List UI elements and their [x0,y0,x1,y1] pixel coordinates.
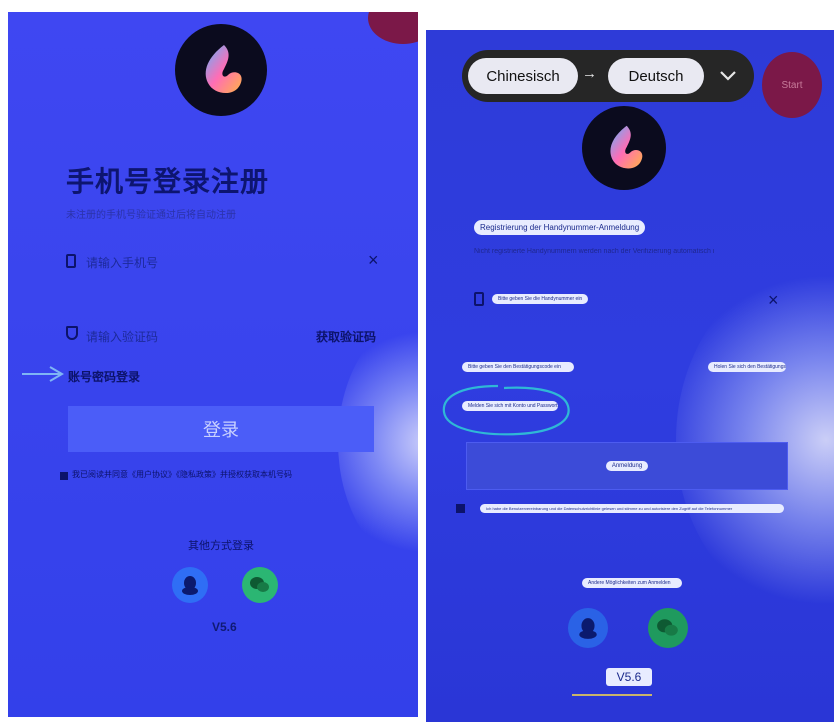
page-subtitle: Nicht registrierte Handynummern werden n… [474,248,714,255]
version-label: V5.6 [616,670,642,684]
login-button[interactable]: 登录 [68,406,374,452]
shield-icon [66,326,78,340]
qq-icon [182,576,198,595]
arrow-right-icon: → [582,65,597,82]
other-methods-label: 其他方式登录 [188,540,254,552]
phone-icon [474,292,484,306]
code-input[interactable]: Bitte geben Sie den Bestätigungscode ein [462,362,574,372]
phone-row[interactable]: Bitte geben Sie die Handynummer ein × [474,290,794,312]
source-language-label: Chinesisch [486,67,560,85]
agreement-text: 我已阅读并同意《用户协议》《隐私政策》并授权获取本机号码 [72,470,292,479]
version-underline [572,694,652,696]
wechat-icon [657,619,678,636]
code-row[interactable]: 请输入验证码 获取验证码 [66,324,386,348]
get-code-button[interactable]: 获取验证码 [316,328,376,345]
wechat-icon [250,577,269,592]
start-label: Start [781,79,803,91]
corner-avatar [368,12,418,44]
translate-bar: Chinesisch → Deutsch [462,50,754,102]
get-code-button[interactable]: Holen Sie sich den Bestätigungscode [708,362,786,372]
light-glare [676,260,834,620]
clear-icon[interactable]: × [768,290,779,311]
phone-input[interactable]: Bitte geben Sie die Handynummer ein [492,294,589,304]
version-label-wrap: V5.6 [606,668,652,686]
clear-icon[interactable]: × [368,250,379,271]
flame-logo-icon [205,45,242,94]
login-button-label: 登录 [203,420,239,440]
login-button-label: Anmeldung [605,461,649,471]
phone-row[interactable]: 请输入手机号 × [66,250,386,274]
app-logo [582,106,666,190]
right-screenshot-panel: Chinesisch → Deutsch Start Registrierung… [426,30,834,722]
phone-input[interactable]: 请输入手机号 [86,254,158,271]
qq-login-button[interactable] [568,608,608,648]
wechat-login-button[interactable] [242,567,278,603]
code-input[interactable]: 请输入验证码 [86,328,158,345]
other-methods-label: Andere Möglichkeiten zum Anmelden [582,578,682,588]
password-login-link[interactable]: 账号密码登录 [68,368,140,385]
annotation-arrow [22,366,64,382]
target-language-label: Deutsch [628,67,684,85]
page-subtitle: 未注册的手机号验证通过后将自动注册 [66,210,236,221]
version-label: V5.6 [212,620,237,634]
left-screenshot-panel: 手机号登录注册 未注册的手机号验证通过后将自动注册 请输入手机号 × 请输入验证… [8,12,418,717]
target-language-chip[interactable]: Deutsch [608,58,704,94]
login-button[interactable]: Anmeldung [466,442,788,490]
password-login-link[interactable]: Melden Sie sich mit Konto und Passwort a… [462,401,558,411]
flame-logo-icon [610,125,643,169]
agreement-checkbox[interactable] [456,504,465,513]
code-row[interactable]: Bitte geben Sie den Bestätigungscode ein… [462,362,792,380]
phone-icon [66,254,76,268]
qq-icon [579,618,597,639]
source-language-chip[interactable]: Chinesisch [468,58,578,94]
agreement-text: Ich habe die Benutzervereinbarung und di… [480,504,784,513]
app-logo [175,24,267,116]
qq-login-button[interactable] [172,567,208,603]
page-title: Registrierung der Handynummer-Anmeldung [474,220,646,235]
wechat-login-button[interactable] [648,608,688,648]
start-button[interactable]: Start [762,52,822,118]
agreement-checkbox[interactable] [60,472,68,480]
chevron-down-icon[interactable] [719,70,737,82]
annotation-circle [442,384,570,436]
page-title: 手机号登录注册 [66,166,270,197]
